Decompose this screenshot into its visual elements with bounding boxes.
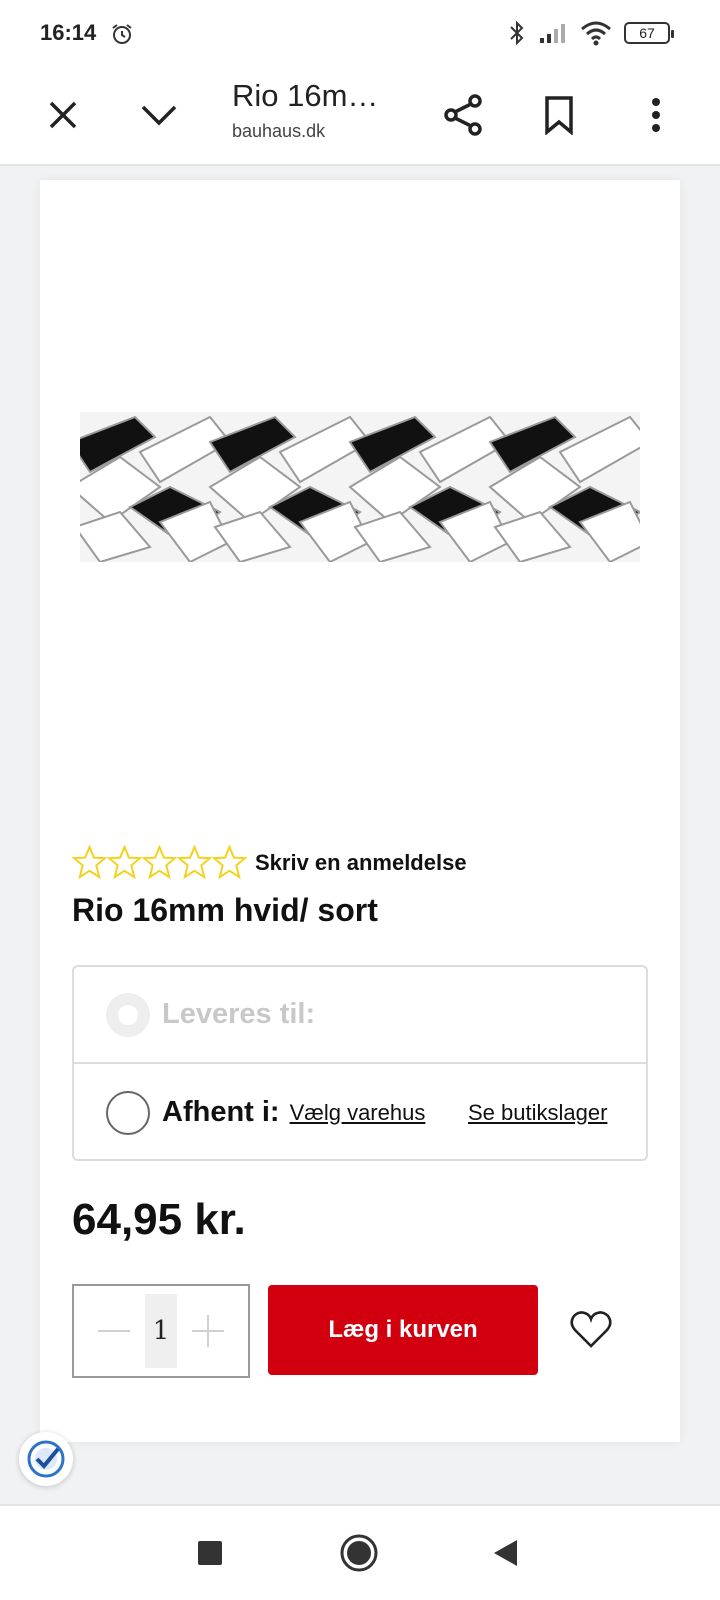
bookmark-icon[interactable]	[534, 90, 584, 140]
delivery-label: Leveres til:	[162, 998, 316, 1030]
description-peek	[72, 1492, 632, 1504]
pickup-label: Afhent i:	[162, 1096, 280, 1128]
pickup-option[interactable]: Afhent i: Vælg varehus Se butikslager	[74, 1064, 646, 1161]
rating-star-icon[interactable]	[142, 845, 177, 880]
delivery-option: Leveres til:	[74, 967, 646, 1064]
wifi-icon	[581, 21, 611, 46]
back-icon[interactable]	[480, 1528, 530, 1578]
delivery-options: Leveres til: Afhent i: Vælg varehus Se b…	[72, 965, 648, 1161]
quantity-decrease-button[interactable]	[83, 1301, 145, 1361]
rating-star-icon[interactable]	[107, 845, 142, 880]
recents-icon[interactable]	[185, 1528, 235, 1578]
heart-icon[interactable]	[568, 1306, 614, 1352]
product-image-rope	[80, 412, 640, 562]
alarm-icon	[112, 24, 132, 44]
plus-icon	[192, 1315, 224, 1347]
more-vert-icon[interactable]	[631, 90, 681, 140]
add-to-cart-button[interactable]: Læg i kurven	[268, 1285, 538, 1375]
trust-badge-icon[interactable]	[19, 1432, 73, 1486]
chevron-down-icon[interactable]	[134, 90, 184, 140]
product-card: Skriv en anmeldelse Rio 16mm hvid/ sort …	[40, 180, 680, 1442]
pickup-radio[interactable]	[106, 1090, 150, 1135]
store-stock-link[interactable]: Se butikslager	[468, 1100, 607, 1126]
quantity-increase-button[interactable]	[177, 1301, 239, 1361]
share-icon[interactable]	[438, 90, 488, 140]
status-bar: 16:14 67	[0, 0, 720, 68]
rating-star-icon[interactable]	[177, 845, 212, 880]
choose-store-link[interactable]: Vælg varehus	[290, 1100, 426, 1126]
home-icon[interactable]	[334, 1528, 384, 1578]
page-title: Rio 16m…	[232, 78, 379, 113]
system-nav-bar	[0, 1504, 720, 1600]
browser-toolbar: Rio 16m… bauhaus.dk	[0, 68, 720, 166]
battery-icon: 67	[624, 22, 674, 44]
rating-stars	[72, 845, 247, 880]
rating-star-icon[interactable]	[212, 845, 247, 880]
rating-star-icon[interactable]	[72, 845, 107, 880]
minus-icon	[98, 1330, 130, 1332]
status-icons: 67	[508, 20, 674, 46]
quantity-stepper: 1	[72, 1284, 250, 1378]
quantity-input[interactable]: 1	[145, 1294, 177, 1368]
close-icon[interactable]	[38, 90, 88, 140]
page-domain: bauhaus.dk	[232, 121, 326, 141]
product-name: Rio 16mm hvid/ sort	[72, 892, 378, 928]
signal-icon	[540, 24, 565, 43]
status-time: 16:14	[40, 20, 97, 45]
write-review-link[interactable]: Skriv en anmeldelse	[255, 850, 467, 876]
bluetooth-icon	[510, 20, 524, 46]
product-price: 64,95 kr.	[72, 1195, 246, 1244]
rating-row: Skriv en anmeldelse	[72, 845, 467, 880]
delivery-radio	[106, 992, 150, 1037]
